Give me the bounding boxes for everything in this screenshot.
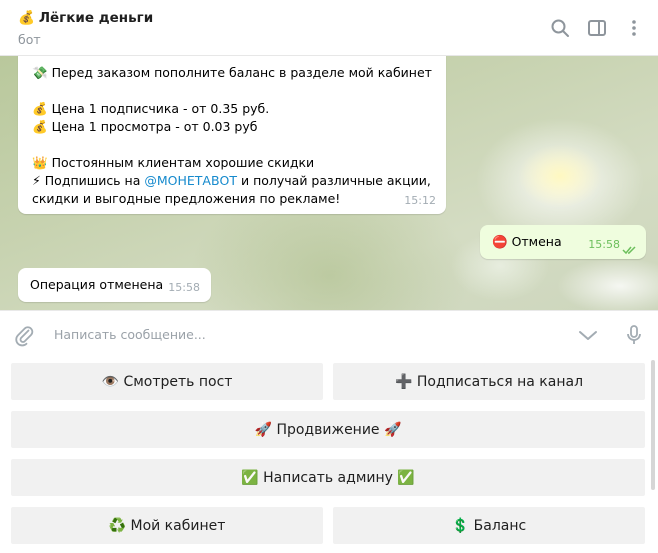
- keyboard-scrollbar[interactable]: [651, 360, 655, 490]
- attach-icon[interactable]: [12, 323, 36, 347]
- message-text: Отмена: [511, 234, 562, 249]
- subscribe-channel-button[interactable]: ➕ Подписаться на канал: [333, 363, 645, 400]
- chat-area: 💸 Перед заказом пополните баланс в разде…: [0, 56, 658, 310]
- moneybag-emoji: 💰: [32, 101, 48, 116]
- message-line: ⚡ Подпишись на @МОНЕТАВОТ и получай разл…: [32, 173, 431, 188]
- message-line: 💰 Цена 1 подписчика - от 0.35 руб.: [32, 101, 270, 116]
- search-icon[interactable]: [548, 16, 572, 40]
- my-cabinet-button[interactable]: ♻️ Мой кабинет: [11, 507, 323, 544]
- chevron-down-icon[interactable]: [576, 323, 600, 347]
- message-time: 15:58: [588, 238, 620, 251]
- no-entry-emoji: ⛔: [492, 234, 508, 249]
- chat-subtitle: бот: [18, 32, 41, 47]
- bot-keyboard: 👁️ Смотреть пост ➕ Подписаться на канал …: [0, 356, 658, 553]
- outgoing-message-cancel: ⛔ Отмена 15:58: [480, 225, 646, 259]
- double-check-icon: [622, 242, 638, 255]
- money-wings-emoji: 💸: [32, 65, 48, 80]
- moneybag-emoji: 💰: [18, 10, 35, 26]
- crown-emoji: 👑: [32, 155, 48, 170]
- incoming-message-cancelled: Операция отменена 15:58: [18, 268, 211, 302]
- chat-header: 💰 Лёгкие деньги бот: [0, 0, 658, 56]
- message-line: скидки и выгодные предложения по рекламе…: [32, 191, 341, 206]
- view-post-button[interactable]: 👁️ Смотреть пост: [11, 363, 323, 400]
- message-input[interactable]: Написать сообщение...: [54, 327, 206, 342]
- sidebar-toggle-icon[interactable]: [585, 16, 609, 40]
- message-line: 💰 Цена 1 просмотра - от 0.03 руб: [32, 119, 258, 134]
- chat-title-text: Лёгкие деньги: [38, 10, 154, 26]
- message-line: 💸 Перед заказом пополните баланс в разде…: [32, 65, 432, 80]
- channel-link[interactable]: @МОНЕТАВОТ: [144, 173, 237, 188]
- message-composer: Написать сообщение...: [0, 310, 658, 356]
- write-admin-button[interactable]: ✅ Написать админу ✅: [11, 459, 645, 496]
- more-vertical-icon[interactable]: [622, 16, 646, 40]
- message-time: 15:12: [404, 194, 436, 207]
- balance-button[interactable]: 💲 Баланс: [333, 507, 645, 544]
- microphone-icon[interactable]: [622, 323, 646, 347]
- lightning-emoji: ⚡: [32, 173, 41, 188]
- message-time: 15:58: [168, 281, 200, 294]
- message-line: 👑 Постоянным клиентам хорошие скидки: [32, 155, 315, 170]
- promotion-button[interactable]: 🚀 Продвижение 🚀: [11, 411, 645, 448]
- message-text: Операция отменена: [30, 277, 164, 292]
- moneybag-emoji: 💰: [32, 119, 48, 134]
- incoming-message-info: 💸 Перед заказом пополните баланс в разде…: [18, 56, 446, 214]
- chat-title[interactable]: 💰 Лёгкие деньги: [18, 10, 153, 26]
